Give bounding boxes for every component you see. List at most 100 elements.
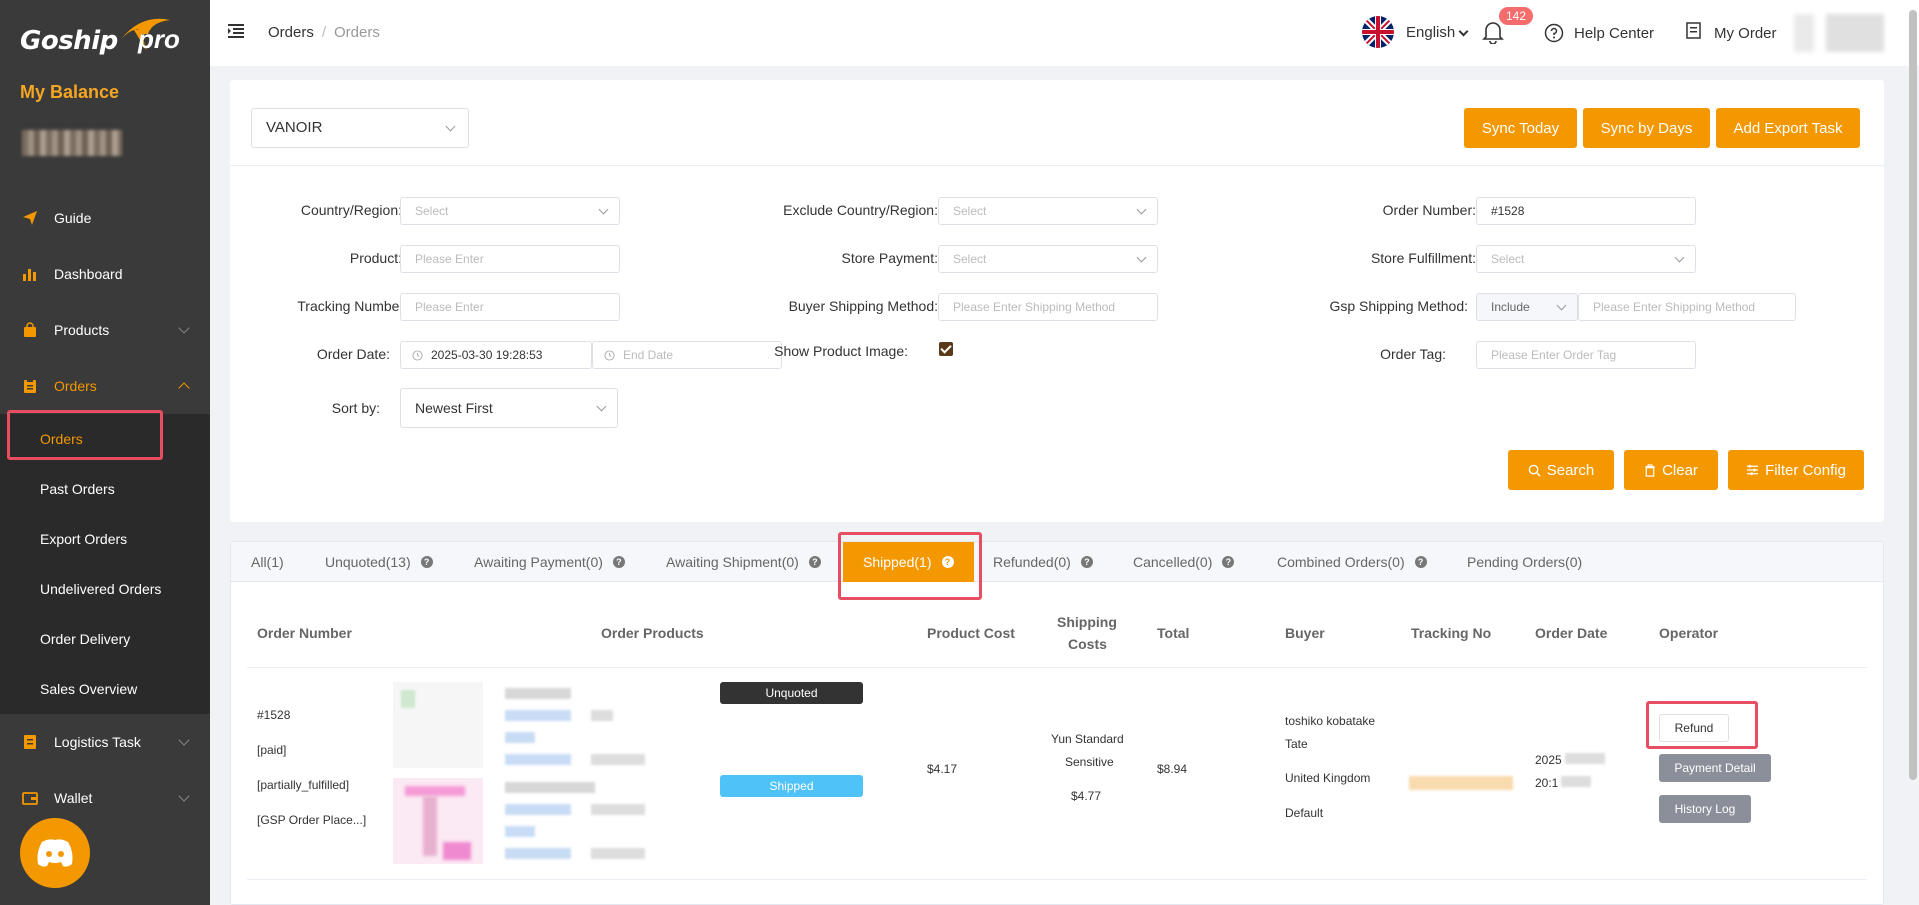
product-input[interactable]: Please Enter xyxy=(400,245,620,273)
exclude-country-select[interactable]: Select xyxy=(938,197,1158,225)
my-order-link[interactable]: My Order xyxy=(1714,25,1777,42)
gsp-include-select[interactable]: Include xyxy=(1476,293,1578,321)
submenu-item-past-orders[interactable]: Past Orders xyxy=(0,464,210,514)
store-payment-select[interactable]: Select xyxy=(938,245,1158,273)
total-cell: $8.94 xyxy=(1157,762,1188,776)
submenu-item-export-orders[interactable]: Export Orders xyxy=(0,514,210,564)
show-product-image-checkbox[interactable] xyxy=(939,342,953,356)
tab-pending-orders[interactable]: Pending Orders(0) xyxy=(1467,542,1582,582)
language-selector[interactable]: English xyxy=(1406,24,1455,41)
sync-by-days-button[interactable]: Sync by Days xyxy=(1583,108,1710,148)
sync-today-button[interactable]: Sync Today xyxy=(1464,108,1577,148)
order-date-end-placeholder: End Date xyxy=(623,348,674,362)
tab-cancelled[interactable]: Cancelled(0)? xyxy=(1133,542,1235,582)
tab-label: Awaiting Shipment(0) xyxy=(666,554,799,570)
search-icon xyxy=(1528,464,1541,477)
store-select[interactable]: VANOIR xyxy=(251,108,469,148)
product-name-blurred xyxy=(505,782,595,793)
breadcrumb-item[interactable]: Orders xyxy=(268,24,314,41)
clock-icon xyxy=(412,350,423,361)
search-button-label: Search xyxy=(1546,461,1595,479)
discord-icon[interactable] xyxy=(20,818,90,888)
country-region-select[interactable]: Select xyxy=(400,197,620,225)
col-total: Total xyxy=(1157,625,1190,641)
sort-by-select[interactable]: Newest First xyxy=(400,388,618,428)
tracking-number-input[interactable]: Please Enter xyxy=(400,293,620,321)
order-date-end-input[interactable]: End Date xyxy=(592,341,782,369)
order-number-input[interactable]: #1528 xyxy=(1476,197,1696,225)
question-icon[interactable]: ? xyxy=(420,556,433,568)
filter-config-button[interactable]: Filter Config xyxy=(1728,450,1864,490)
tab-awaiting-shipment[interactable]: Awaiting Shipment(0)? xyxy=(666,542,821,582)
sidebar-item-logistics-task[interactable]: Logistics Task xyxy=(0,714,210,770)
document-icon xyxy=(22,734,38,750)
order-number-cell[interactable]: #1528 xyxy=(257,708,290,722)
tab-refunded[interactable]: Refunded(0)? xyxy=(993,542,1093,582)
chevron-up-icon xyxy=(178,382,190,394)
logo-pro-text: pro xyxy=(138,24,180,54)
balance-value-blurred xyxy=(22,130,122,156)
buyer-country: United Kingdom xyxy=(1285,771,1371,785)
add-export-task-button[interactable]: Add Export Task xyxy=(1716,108,1860,148)
submenu-item-order-delivery[interactable]: Order Delivery xyxy=(0,614,210,664)
logo-text: Goship xyxy=(20,26,118,56)
tab-combined-orders[interactable]: Combined Orders(0)? xyxy=(1277,542,1427,582)
sidebar-item-wallet[interactable]: Wallet xyxy=(0,770,210,826)
bell-icon[interactable] xyxy=(1482,20,1504,47)
goship-logo[interactable]: Goship pro xyxy=(20,12,180,62)
product-variant-blurred xyxy=(505,732,535,743)
my-order-icon[interactable] xyxy=(1684,21,1704,44)
uk-flag-icon[interactable] xyxy=(1362,16,1394,48)
order-date-start-input[interactable]: 2025-03-30 19:28:53 xyxy=(400,341,592,369)
buyer-shipping-method-input[interactable]: Please Enter Shipping Method xyxy=(938,293,1158,321)
question-icon[interactable]: ? xyxy=(1080,556,1093,568)
payment-detail-button[interactable]: Payment Detail xyxy=(1659,754,1771,782)
user-avatar[interactable] xyxy=(1794,14,1884,52)
sidebar-item-dashboard[interactable]: Dashboard xyxy=(0,246,210,302)
row-divider xyxy=(247,879,1867,880)
tab-awaiting-payment[interactable]: Awaiting Payment(0)? xyxy=(474,542,625,582)
tab-unquoted[interactable]: Unquoted(13)? xyxy=(325,542,433,582)
col-operator: Operator xyxy=(1659,625,1719,641)
tab-label: Awaiting Payment(0) xyxy=(474,554,603,570)
question-icon[interactable]: ? xyxy=(1414,556,1427,568)
submenu-item-sales-overview[interactable]: Sales Overview xyxy=(0,664,210,714)
tab-label: Pending Orders(0) xyxy=(1467,554,1583,570)
wallet-icon xyxy=(22,790,38,806)
tracking-number-label: Tracking Number: xyxy=(297,298,408,314)
product-image-1[interactable] xyxy=(393,682,483,768)
sidebar-item-guide[interactable]: Guide xyxy=(0,190,210,246)
tab-all[interactable]: All(1) xyxy=(251,542,284,582)
filter-config-button-label: Filter Config xyxy=(1765,461,1846,479)
store-fulfillment-label: Store Fulfillment: xyxy=(1370,250,1476,266)
sidebar-item-orders[interactable]: Orders xyxy=(0,358,210,414)
help-center-link[interactable]: Help Center xyxy=(1574,25,1654,42)
order-tag-label: Order Tag: xyxy=(1380,346,1446,362)
clear-button-label: Clear xyxy=(1662,461,1698,479)
gsp-shipping-method-input[interactable]: Please Enter Shipping Method xyxy=(1578,293,1796,321)
menu-collapse-icon[interactable] xyxy=(228,24,244,41)
paper-plane-icon xyxy=(22,210,38,226)
question-circle-icon[interactable] xyxy=(1544,23,1564,46)
page-scrollbar[interactable] xyxy=(1909,10,1917,780)
col-tracking-no: Tracking No xyxy=(1411,625,1492,641)
question-icon[interactable]: ? xyxy=(612,556,625,568)
submenu-item-undelivered-orders[interactable]: Undelivered Orders xyxy=(0,564,210,614)
product-qty-blurred xyxy=(591,804,645,815)
search-button[interactable]: Search xyxy=(1508,450,1614,490)
tracking-number-blurred[interactable] xyxy=(1409,776,1513,790)
orders-table-panel: All(1) Unquoted(13)? Awaiting Payment(0)… xyxy=(230,541,1884,905)
sidebar-item-products[interactable]: Products xyxy=(0,302,210,358)
clear-button[interactable]: Clear xyxy=(1624,450,1718,490)
store-fulfillment-select[interactable]: Select xyxy=(1476,245,1696,273)
history-log-button[interactable]: History Log xyxy=(1659,795,1751,823)
gsp-include-value: Include xyxy=(1491,300,1530,314)
question-icon[interactable]: ? xyxy=(1222,556,1235,568)
order-tag-input[interactable]: Please Enter Order Tag xyxy=(1476,341,1696,369)
col-order-date: Order Date xyxy=(1535,625,1608,641)
question-icon[interactable]: ? xyxy=(808,556,821,568)
notification-badge: 142 xyxy=(1499,7,1534,25)
shipped-status-tag: Shipped xyxy=(720,775,863,797)
product-attr-blurred xyxy=(505,754,571,765)
product-image-2[interactable] xyxy=(393,778,483,864)
